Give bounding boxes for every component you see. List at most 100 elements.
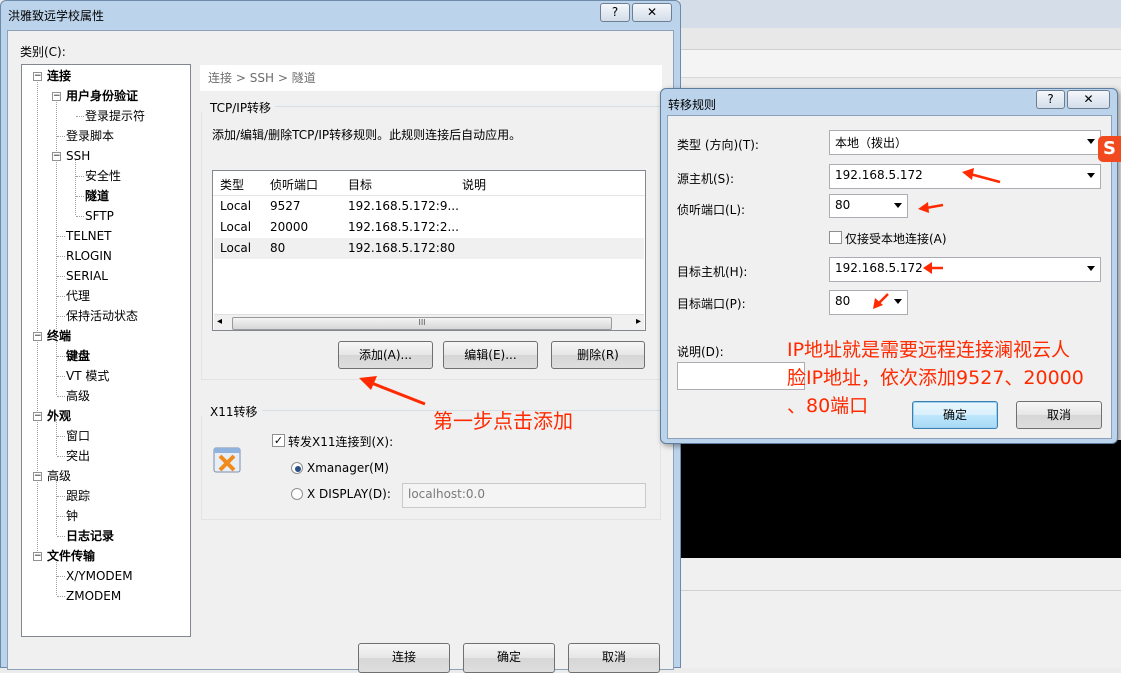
- tree-item-rlogin[interactable]: RLOGIN: [66, 248, 112, 264]
- column-header-listen-port[interactable]: 侦听端口: [270, 176, 318, 193]
- horizontal-scrollbar[interactable]: ◂ III ▸: [214, 314, 644, 330]
- collapse-icon[interactable]: −: [52, 92, 61, 101]
- forward-x11-checkbox[interactable]: ✓: [272, 434, 285, 447]
- breadcrumb: 连接 > SSH > 隧道: [200, 65, 662, 91]
- tree-item-filetransfer[interactable]: 文件传输: [47, 548, 95, 564]
- tree-item-login-script[interactable]: 登录脚本: [66, 128, 114, 144]
- tree-item-trace[interactable]: 跟踪: [66, 488, 90, 504]
- collapse-icon[interactable]: −: [33, 72, 42, 81]
- chevron-down-icon: [894, 299, 902, 304]
- tree-item-bell[interactable]: 钟: [66, 508, 78, 524]
- ok-button[interactable]: 确定: [463, 643, 555, 673]
- step1-annotation: 第一步点击添加: [433, 409, 573, 433]
- collapse-icon[interactable]: −: [33, 472, 42, 481]
- tree-item-highlight[interactable]: 突出: [66, 448, 90, 464]
- chevron-down-icon: [1087, 173, 1095, 178]
- tree-item-login-prompt[interactable]: 登录提示符: [85, 108, 145, 124]
- local-only-checkbox[interactable]: [829, 231, 842, 244]
- tree-item-connection[interactable]: 连接: [47, 68, 71, 84]
- listen-port-value: 80: [835, 198, 851, 212]
- tree-item-telnet[interactable]: TELNET: [66, 228, 112, 244]
- table-row[interactable]: Local 80 192.168.5.172:80: [214, 238, 644, 259]
- xdisplay-radio[interactable]: [291, 488, 303, 500]
- tree-item-auth[interactable]: 用户身份验证: [66, 88, 138, 104]
- tree-item-proxy[interactable]: 代理: [66, 288, 90, 304]
- delete-button[interactable]: 删除(R): [551, 341, 645, 369]
- cancel-button[interactable]: 取消: [568, 643, 660, 673]
- xmanager-icon: [212, 444, 244, 476]
- cell-port: 9527: [270, 199, 301, 213]
- background-terminal-area: [676, 440, 1121, 558]
- ime-badge-icon[interactable]: S: [1098, 136, 1121, 162]
- cell-port: 80: [270, 241, 286, 255]
- breadcrumb-separator: >: [235, 71, 246, 85]
- background-app-toolbar: [680, 28, 1121, 50]
- tree-item-zmodem[interactable]: ZMODEM: [66, 588, 121, 604]
- help-button[interactable]: ?: [600, 3, 630, 22]
- xdisplay-label: X DISPLAY(D):: [307, 487, 391, 501]
- tree-item-keyboard[interactable]: 键盘: [66, 348, 90, 364]
- ip-annotation-line1: IP地址就是需要远程连接澜视云人: [787, 339, 1071, 361]
- collapse-icon[interactable]: −: [52, 152, 61, 161]
- tree-item-tunnel[interactable]: 隧道: [85, 188, 109, 204]
- tree-item-vt-mode[interactable]: VT 模式: [66, 368, 109, 384]
- edit-button[interactable]: 编辑(E)...: [443, 341, 538, 369]
- xmanager-label: Xmanager(M): [307, 461, 389, 475]
- table-row[interactable]: Local 20000 192.168.5.172:2...: [214, 217, 644, 238]
- type-select[interactable]: 本地（拨出）: [829, 130, 1101, 155]
- rule-dialog-title: 转移规则: [668, 98, 717, 112]
- dest-port-combo[interactable]: 80: [829, 290, 908, 315]
- source-host-label: 源主机(S):: [677, 172, 735, 186]
- tree-item-terminal[interactable]: 终端: [47, 328, 71, 344]
- collapse-icon[interactable]: −: [33, 552, 42, 561]
- background-app-lower-panel: [676, 558, 1121, 668]
- add-button[interactable]: 添加(A)...: [338, 341, 433, 369]
- tree-item-advanced[interactable]: 高级: [66, 388, 90, 404]
- tree-item-appearance[interactable]: 外观: [47, 408, 71, 424]
- tree-item-xymodem[interactable]: X/YMODEM: [66, 568, 133, 584]
- breadcrumb-separator: >: [277, 71, 288, 85]
- chevron-down-icon: [1087, 266, 1095, 271]
- rule-dialog-help-button[interactable]: ?: [1036, 90, 1065, 109]
- column-header-type[interactable]: 类型: [220, 176, 244, 193]
- scroll-left-icon[interactable]: ◂: [217, 316, 222, 327]
- xdisplay-input[interactable]: localhost:0.0: [402, 483, 646, 508]
- scroll-right-icon[interactable]: ▸: [636, 316, 641, 327]
- tree-item-window[interactable]: 窗口: [66, 428, 90, 444]
- rule-cancel-button[interactable]: 取消: [1016, 401, 1102, 429]
- rule-ok-button[interactable]: 确定: [912, 401, 998, 429]
- annotation-arrow: [962, 168, 1001, 184]
- step1-arrow: [359, 376, 426, 406]
- scroll-thumb[interactable]: III: [232, 317, 612, 330]
- xmanager-radio[interactable]: [291, 462, 303, 474]
- listen-port-combo[interactable]: 80: [829, 194, 908, 218]
- connect-button[interactable]: 连接: [358, 643, 450, 673]
- category-tree[interactable]: − 连接 − 用户身份验证 登录提示符 登录脚本 − SSH 安全性 隧道 SF…: [21, 64, 191, 637]
- table-row[interactable]: Local 9527 192.168.5.172:9...: [214, 196, 644, 217]
- tree-item-log[interactable]: 日志记录: [66, 528, 114, 544]
- breadcrumb-tunnel: 隧道: [291, 71, 316, 85]
- chevron-down-icon: [1087, 139, 1095, 144]
- description-input[interactable]: [677, 362, 805, 390]
- close-button[interactable]: ✕: [632, 3, 672, 22]
- dest-host-combo[interactable]: 192.168.5.172: [829, 257, 1101, 282]
- cell-target: 192.168.5.172:9...: [348, 199, 459, 213]
- column-header-description[interactable]: 说明: [462, 176, 486, 193]
- tree-item-advanced-group[interactable]: 高级: [47, 468, 71, 484]
- rule-dialog-close-button[interactable]: ✕: [1067, 90, 1110, 109]
- tree-item-keepalive[interactable]: 保持活动状态: [66, 308, 138, 324]
- tree-item-security[interactable]: 安全性: [85, 168, 121, 184]
- tree-item-ssh[interactable]: SSH: [66, 148, 90, 164]
- window-title: 洪雅致远学校属性: [8, 9, 105, 23]
- tree-item-sftp[interactable]: SFTP: [85, 208, 114, 224]
- local-only-label: 仅接受本地连接(A): [845, 232, 947, 246]
- breadcrumb-connection: 连接: [208, 71, 233, 85]
- column-header-target[interactable]: 目标: [348, 176, 372, 193]
- breadcrumb-ssh: SSH: [249, 71, 274, 85]
- collapse-icon[interactable]: −: [33, 412, 42, 421]
- collapse-icon[interactable]: −: [33, 332, 42, 341]
- tree-item-serial[interactable]: SERIAL: [66, 268, 108, 284]
- cell-type: Local: [220, 241, 252, 255]
- category-label: 类别(C):: [20, 45, 66, 59]
- tcp-rules-list[interactable]: 类型 侦听端口 目标 说明 Local 9527 192.168.5.172:9…: [212, 170, 646, 331]
